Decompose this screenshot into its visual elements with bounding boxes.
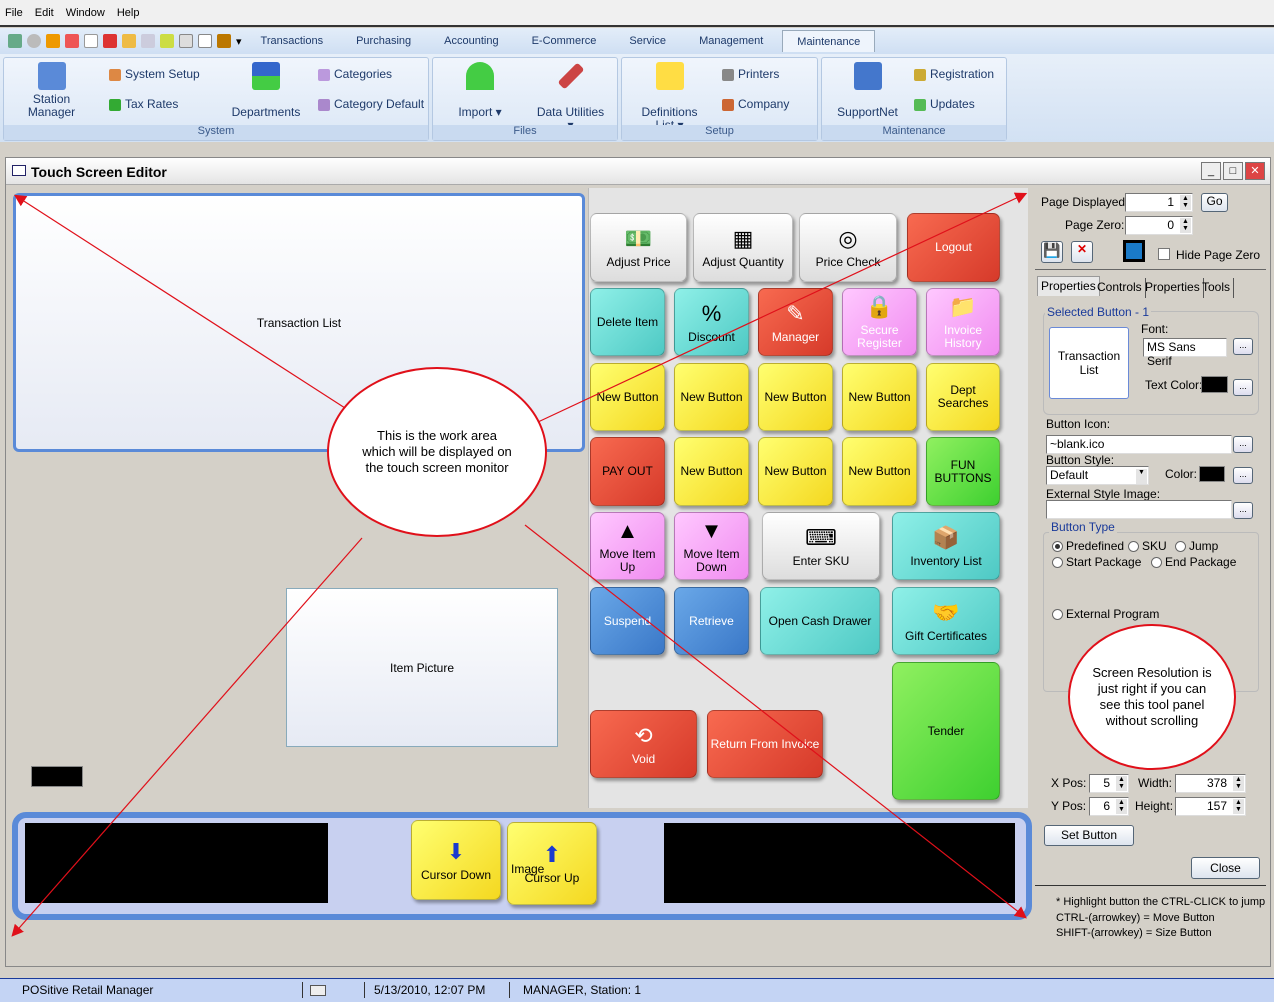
status-datetime: 5/13/2010, 12:07 PM: [374, 983, 486, 997]
radio-end-package[interactable]: End Package: [1151, 555, 1236, 569]
close-button[interactable]: Close: [1191, 857, 1260, 879]
spinner[interactable]: ▲ ▼: [1180, 218, 1191, 233]
help-text: * Highlight button the CTRL-CLICK to jum…: [1056, 896, 1266, 939]
chevron-down-icon: ▼: [1136, 469, 1147, 484]
page-zero-input[interactable]: 0 ▲ ▼: [1125, 216, 1193, 235]
font-input[interactable]: MS Sans Serif: [1143, 338, 1227, 368]
external-style-input[interactable]: [1046, 500, 1232, 519]
ypos-label: Y Pos:: [1051, 799, 1087, 813]
radio-sku[interactable]: SKU: [1128, 539, 1167, 553]
spinner[interactable]: ▲ ▼: [1233, 799, 1244, 814]
xpos-label: X Pos:: [1051, 776, 1087, 790]
arrow-bottom-right: [524, 524, 1027, 919]
radio-external-program[interactable]: External Program: [1052, 607, 1159, 621]
radio-predefined[interactable]: Predefined: [1052, 539, 1124, 553]
height-input[interactable]: 157 ▲ ▼: [1175, 797, 1246, 816]
arrow-top-right: [537, 192, 1028, 423]
hide-page-zero-checkbox[interactable]: [1158, 248, 1170, 260]
set-button[interactable]: Set Button: [1044, 825, 1134, 846]
go-button[interactable]: Go: [1201, 193, 1228, 212]
width-label: Width:: [1138, 776, 1173, 790]
spinner[interactable]: ▲ ▼: [1180, 195, 1191, 210]
status-bar: POSitive Retail Manager 5/13/2010, 12:07…: [0, 978, 1274, 1002]
save-icon[interactable]: 💾: [1041, 241, 1063, 263]
arrow-bottom-left: [11, 537, 363, 937]
page-displayed-input[interactable]: 1 ▲ ▼: [1125, 193, 1193, 212]
spinner[interactable]: ▲ ▼: [1116, 799, 1127, 814]
external-style-browse-button[interactable]: ...: [1233, 502, 1253, 519]
status-user: MANAGER, Station: 1: [523, 983, 642, 997]
page-zero-label: Page Zero:: [1065, 218, 1125, 232]
button-style-select[interactable]: Default ▼: [1046, 466, 1149, 485]
page-displayed-label: Page Displayed:: [1041, 195, 1129, 209]
button-style-label: Button Style:: [1046, 453, 1115, 467]
height-label: Height:: [1135, 799, 1174, 813]
tab-properties[interactable]: Properties: [1037, 276, 1100, 296]
button-color-swatch[interactable]: [1199, 466, 1225, 482]
spinner[interactable]: ▲ ▼: [1116, 776, 1127, 791]
font-label: Font:: [1141, 322, 1169, 336]
tab-properties-2[interactable]: Properties: [1142, 278, 1204, 298]
button-type-label: Button Type: [1049, 520, 1117, 534]
color-picker[interactable]: [1123, 240, 1145, 262]
work-area-callout: This is the work area which will be disp…: [327, 367, 547, 537]
radio-jump[interactable]: Jump: [1175, 539, 1218, 553]
selected-button-label: Selected Button - 1: [1045, 305, 1152, 319]
color-browse-button[interactable]: ...: [1233, 467, 1253, 484]
radio-start-package[interactable]: Start Package: [1052, 555, 1141, 569]
external-style-label: External Style Image:: [1046, 487, 1161, 501]
icon-browse-button[interactable]: ...: [1233, 436, 1253, 453]
button-icon-input[interactable]: ~blank.ico: [1046, 435, 1232, 454]
hide-page-zero-label: Hide Page Zero: [1176, 248, 1261, 262]
status-app: POSitive Retail Manager: [22, 983, 154, 997]
button-icon-label: Button Icon:: [1046, 417, 1111, 431]
xpos-input[interactable]: 5 ▲ ▼: [1089, 774, 1129, 793]
tool-panel: Page Displayed: 1 ▲ ▼ Go Page Zero: 0 ▲ ▼ 💾 …: [1035, 187, 1266, 957]
tab-controls[interactable]: Controls: [1094, 278, 1146, 298]
text-color-label: Text Color:: [1145, 378, 1203, 392]
tab-tools[interactable]: Tools: [1199, 278, 1235, 298]
resolution-callout: Screen Resolution is just right if you c…: [1068, 624, 1236, 770]
delete-icon[interactable]: ✕: [1071, 241, 1093, 263]
width-input[interactable]: 378 ▲ ▼: [1175, 774, 1246, 793]
keyboard-icon: [310, 985, 326, 996]
color-label: Color:: [1165, 467, 1198, 481]
text-color-swatch[interactable]: [1201, 376, 1228, 393]
button-preview: Transaction List: [1049, 327, 1129, 399]
ypos-input[interactable]: 6 ▲ ▼: [1089, 797, 1129, 816]
text-color-browse-button[interactable]: ...: [1233, 379, 1253, 396]
arrow-top-left: [13, 194, 346, 409]
font-browse-button[interactable]: ...: [1233, 338, 1253, 355]
spinner[interactable]: ▲ ▼: [1233, 776, 1244, 791]
